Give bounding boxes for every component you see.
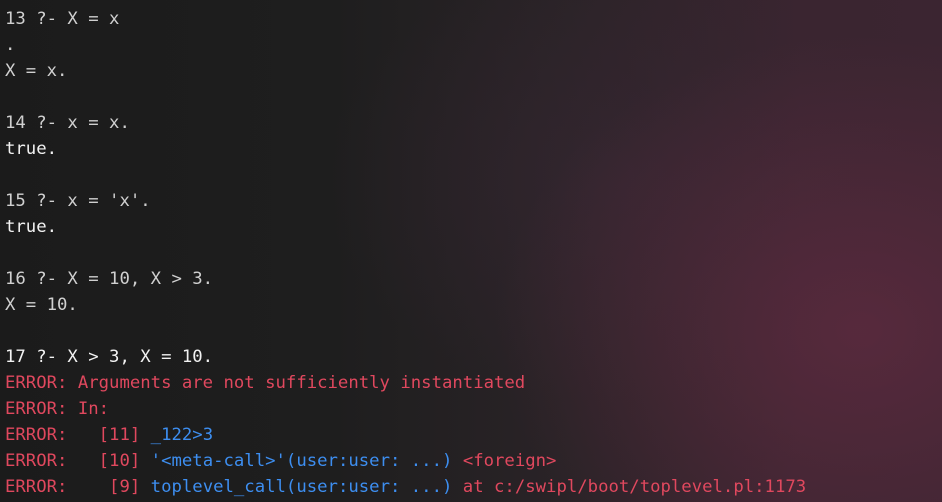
error-prefix: ERROR: [11]: [5, 425, 151, 445]
trace-foreign: <foreign>: [462, 451, 557, 471]
trace-goal: _122>3: [150, 425, 214, 445]
error-trace-line: ERROR: [10] '<meta-call>'(user:user: ...…: [5, 448, 942, 474]
error-prefix: ERROR: [9]: [5, 477, 151, 497]
error-line: ERROR: Arguments are not sufficiently in…: [5, 373, 526, 393]
prompt-line: 15 ?- x = 'x'.: [5, 191, 151, 211]
prompt-line: 13 ?- X = x: [5, 9, 120, 29]
output-line: X = x.: [5, 61, 68, 81]
trace-goal: toplevel_call(user:user: ...): [150, 477, 453, 497]
prompt-line: 17 ?- X > 3, X = 10.: [5, 347, 214, 367]
error-trace-line: ERROR: [9] toplevel_call(user:user: ...)…: [5, 474, 942, 500]
error-trace-line: ERROR: [11] _122>3: [5, 422, 942, 448]
prompt-line: 16 ?- X = 10, X > 3.: [5, 269, 214, 289]
error-line: ERROR: In:: [5, 399, 110, 419]
trace-location-link[interactable]: c:/swipl/boot/toplevel.pl:1173: [494, 477, 806, 497]
terminal-output[interactable]: 13 ?- X = x . X = x. 14 ?- x = x. true. …: [5, 6, 942, 500]
output-line: X = 10.: [5, 295, 78, 315]
result-line: true.: [5, 217, 58, 237]
error-prefix: ERROR: [10]: [5, 451, 151, 471]
trace-at: at: [452, 477, 495, 497]
trace-space: [452, 451, 462, 471]
output-line: .: [5, 35, 16, 55]
prompt-line: 14 ?- x = x.: [5, 113, 130, 133]
trace-goal: '<meta-call>'(user:user: ...): [150, 451, 453, 471]
result-line: true.: [5, 139, 58, 159]
